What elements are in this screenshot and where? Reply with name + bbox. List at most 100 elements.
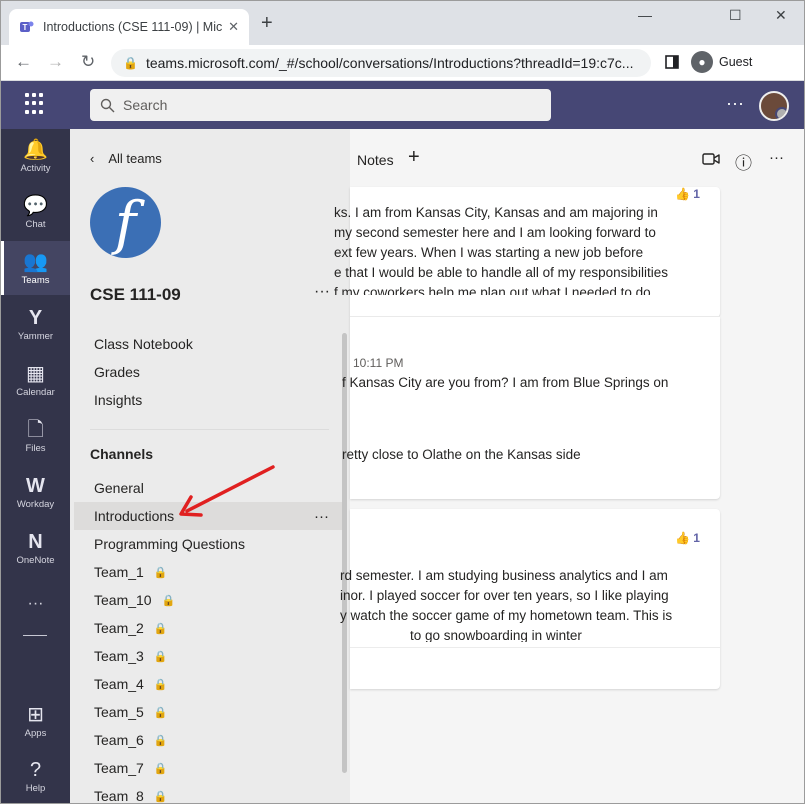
post-text-line: e that I would be able to handle all of … <box>334 265 668 280</box>
channel-team-6[interactable]: Team_6 🔒 <box>74 726 345 754</box>
post-text-line: rd semester. I am studying business anal… <box>340 568 668 583</box>
channel-team-3[interactable]: Team_3 🔒 <box>74 642 345 670</box>
post-text-line: f Kansas City are you from? I am from Bl… <box>342 375 669 390</box>
channel-label: Team_4 <box>94 676 144 692</box>
rail-help[interactable]: ? Help <box>1 749 70 803</box>
post-text-line: inor. I played soccer for over ten years… <box>340 588 669 603</box>
reaction-count: 1 <box>693 531 700 545</box>
channel-team-10[interactable]: Team_10 🔒 <box>74 586 345 614</box>
minimize-icon[interactable]: — <box>638 7 652 23</box>
panel-scrollbar[interactable] <box>342 333 347 773</box>
post-text-line: ks. I am from Kansas City, Kansas and am… <box>334 205 658 220</box>
browser-tab[interactable]: T Introductions (CSE 111-09) | Micr ✕ <box>9 9 249 45</box>
teams-header: Search ··· <box>1 81 804 129</box>
rail-label: Calendar <box>16 386 55 398</box>
channel-programming-questions[interactable]: Programming Questions <box>74 530 345 558</box>
team-more-icon[interactable]: ··· <box>314 283 330 301</box>
more-icon: ··· <box>27 595 44 612</box>
tab-notes[interactable]: Notes <box>357 152 394 168</box>
app-launcher-icon[interactable] <box>25 93 47 115</box>
rail-yammer[interactable]: Y Yammer <box>1 297 70 351</box>
settings-more-icon[interactable]: ··· <box>726 93 744 114</box>
forward-arrow-icon[interactable]: → <box>47 52 64 72</box>
rail-workday[interactable]: W Workday <box>1 465 70 519</box>
tab-close-icon[interactable]: ✕ <box>228 19 239 35</box>
channel-team-5[interactable]: Team_5 🔒 <box>74 698 345 726</box>
lock-icon[interactable]: 🔒 <box>123 56 138 70</box>
thumbs-up-icon: 👍 <box>675 187 690 201</box>
channel-label: Team_2 <box>94 620 144 636</box>
reply-text-line: retty close to Olathe on the Kansas side <box>342 447 581 462</box>
channel-label: Team_3 <box>94 648 144 664</box>
post-card[interactable]: 👍 1 rd semester. I am studying business … <box>340 509 720 689</box>
thumbs-up-icon: 👍 <box>675 531 690 545</box>
panel-divider <box>90 429 329 430</box>
post-text-line: my second semester here and I am looking… <box>334 225 656 240</box>
grades-link[interactable]: Grades <box>94 364 140 380</box>
maximize-icon[interactable]: ☐ <box>729 7 742 24</box>
file-icon: 🗋 <box>27 418 44 441</box>
channel-label: Team_8 <box>94 788 144 804</box>
add-tab-icon[interactable]: + <box>408 146 420 169</box>
rail-apps[interactable]: ⊞ Apps <box>1 694 70 748</box>
annotation-arrow-icon <box>179 465 275 517</box>
rail-teams[interactable]: 👥 Teams <box>1 241 70 295</box>
more-options-icon[interactable]: ··· <box>769 149 784 166</box>
workday-icon: W <box>26 474 45 497</box>
post-text-line: to go snowboarding in winter <box>410 628 582 642</box>
back-arrow-icon[interactable]: ← <box>15 52 32 72</box>
like-reaction[interactable]: 👍 1 <box>675 187 700 201</box>
team-name: CSE 111-09 <box>90 285 181 304</box>
team-logo: f <box>90 187 161 258</box>
yammer-icon: Y <box>28 306 43 329</box>
all-teams-link[interactable]: ‹ All teams <box>90 151 162 166</box>
rail-files[interactable]: 🗋 Files <box>1 409 70 463</box>
channel-team-8[interactable]: Team_8 🔒 <box>74 782 345 804</box>
reply-card[interactable]: 10:11 PM f Kansas City are you from? I a… <box>342 317 720 499</box>
channels-heading: Channels <box>90 446 154 462</box>
info-icon[interactable]: ⓘ <box>735 149 752 174</box>
channel-team-4[interactable]: Team_4 🔒 <box>74 670 345 698</box>
rail-label: Workday <box>16 498 55 510</box>
rail-activity[interactable]: 🔔 Activity <box>1 129 70 183</box>
rail-label: Chat <box>25 218 46 230</box>
rail-chat[interactable]: 💬 Chat <box>1 185 70 239</box>
channel-label: Team_7 <box>94 760 144 776</box>
side-panel-icon[interactable] <box>665 55 679 69</box>
svg-text:T: T <box>23 23 28 32</box>
insights-link[interactable]: Insights <box>94 392 142 408</box>
post-divider <box>350 647 720 648</box>
profile-button[interactable]: ● Guest <box>691 51 752 73</box>
user-avatar[interactable] <box>759 91 789 121</box>
address-bar[interactable]: 🔒 teams.microsoft.com/_#/school/conversa… <box>111 49 651 77</box>
rail-calendar[interactable]: ▦ Calendar <box>1 353 70 407</box>
channel-team-7[interactable]: Team_7 🔒 <box>74 754 345 782</box>
rail-onenote[interactable]: N OneNote <box>1 521 70 575</box>
tab-title: Introductions (CSE 111-09) | Micr <box>43 20 223 34</box>
channel-more-icon[interactable]: ··· <box>314 508 329 525</box>
window-close-icon[interactable]: ✕ <box>775 7 787 24</box>
class-notebook-link[interactable]: Class Notebook <box>94 336 193 352</box>
channel-label: Programming Questions <box>94 536 245 552</box>
app-rail: 🔔 Activity 💬 Chat 👥 Teams Y Yammer ▦ Cal… <box>1 129 70 803</box>
bell-icon: 🔔 <box>23 138 48 161</box>
channel-team-2[interactable]: Team_2 🔒 <box>74 614 345 642</box>
rail-label: Files <box>25 442 46 454</box>
channel-team-1[interactable]: Team_1 🔒 <box>74 558 345 586</box>
like-reaction[interactable]: 👍 1 <box>675 531 700 545</box>
reload-icon[interactable]: ↻ <box>81 52 95 72</box>
rail-divider <box>23 635 47 636</box>
chevron-left-icon: ‹ <box>90 151 95 166</box>
video-camera-icon[interactable] <box>702 153 720 165</box>
lock-icon: 🔒 <box>153 706 168 719</box>
post-text-line: f my coworkers help me plan out what I n… <box>334 285 651 295</box>
teams-icon: 👥 <box>23 250 48 273</box>
post-card[interactable]: 👍 1 ks. I am from Kansas City, Kansas an… <box>334 187 720 317</box>
new-tab-button[interactable]: + <box>261 13 273 33</box>
onenote-icon: N <box>28 530 43 553</box>
lock-icon: 🔒 <box>161 594 176 607</box>
search-input[interactable]: Search <box>90 89 551 121</box>
rail-label: Help <box>25 782 46 794</box>
channel-label: Team_10 <box>94 592 152 608</box>
rail-more-apps[interactable]: ··· <box>1 577 70 631</box>
